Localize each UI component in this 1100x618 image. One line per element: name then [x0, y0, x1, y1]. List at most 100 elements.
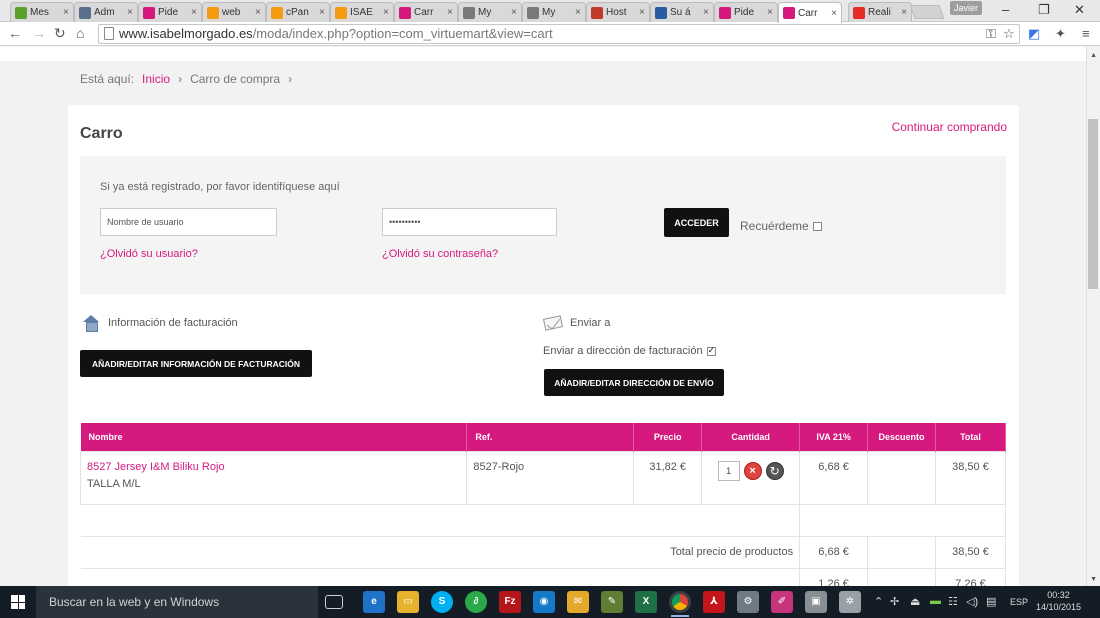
- password-input[interactable]: ••••••••••: [382, 208, 557, 236]
- remove-item-icon[interactable]: ×: [743, 461, 762, 480]
- task-view-icon[interactable]: [325, 595, 343, 609]
- forward-icon[interactable]: →: [32, 25, 46, 41]
- browser-tab[interactable]: cPan ×: [266, 2, 330, 22]
- spacer-row: [80, 503, 1006, 537]
- ship-to-billing-checkbox[interactable]: [706, 345, 716, 356]
- close-tab-icon[interactable]: ×: [639, 7, 645, 18]
- forgot-username-link[interactable]: ¿Olvidó su usuario?: [100, 248, 198, 260]
- close-tab-icon[interactable]: ×: [319, 7, 325, 18]
- tab-label: web: [222, 7, 241, 18]
- scrollbar-thumb[interactable]: [1088, 119, 1098, 289]
- taskbar-search[interactable]: Buscar en la web y en Windows: [36, 586, 318, 618]
- browser-tab[interactable]: Reali ×: [848, 2, 912, 22]
- tab-label: My: [478, 7, 492, 18]
- browser-tab[interactable]: Host ×: [586, 2, 650, 22]
- browser-tab[interactable]: Carr ×: [778, 2, 842, 23]
- bookmark-star-icon[interactable]: ☆: [1003, 26, 1015, 42]
- tray-chevron-icon[interactable]: ⌃: [874, 595, 883, 608]
- tray-battery-icon[interactable]: ▬: [930, 595, 941, 607]
- skype-icon[interactable]: S: [431, 591, 453, 613]
- update-quantity-icon[interactable]: ↻: [765, 461, 784, 480]
- scroll-up-icon[interactable]: ▲: [1090, 52, 1097, 59]
- browser-tab[interactable]: My ×: [458, 2, 522, 22]
- tray-app-icon[interactable]: ✢: [890, 595, 899, 608]
- clock[interactable]: 00:32 14/10/2015: [1036, 589, 1081, 613]
- browser-tab[interactable]: web ×: [202, 2, 266, 22]
- menu-icon[interactable]: ≡: [1082, 26, 1090, 41]
- windows-taskbar: Buscar en la web y en Windows e ▭ S ∂ Fz…: [0, 586, 1100, 618]
- close-tab-icon[interactable]: ×: [383, 7, 389, 18]
- tray-network-icon[interactable]: ☷: [948, 595, 958, 608]
- browser-tab[interactable]: My ×: [522, 2, 586, 22]
- volume-icon[interactable]: ◁): [966, 595, 978, 608]
- close-tab-icon[interactable]: ×: [831, 8, 837, 19]
- folder-icon[interactable]: ✉: [567, 591, 589, 613]
- favicon-icon: [591, 6, 603, 19]
- back-icon[interactable]: ←: [8, 25, 22, 41]
- tab-label: Host: [606, 7, 627, 18]
- edge-icon[interactable]: e: [363, 591, 385, 613]
- minimize-icon[interactable]: –: [1002, 2, 1009, 17]
- new-tab-button[interactable]: [909, 5, 945, 19]
- edit-shipping-button[interactable]: AÑADIR/EDITAR DIRECCIÓN DE ENVÍO: [544, 369, 724, 396]
- tray-usb-icon[interactable]: ⏏: [910, 595, 920, 608]
- close-tab-icon[interactable]: ×: [703, 7, 709, 18]
- close-tab-icon[interactable]: ×: [767, 7, 773, 18]
- browser-tab[interactable]: Pide ×: [138, 2, 202, 22]
- address-bar[interactable]: www.isabelmorgado.es/moda/index.php?opti…: [98, 24, 1020, 44]
- close-tab-icon[interactable]: ×: [191, 7, 197, 18]
- paint-icon[interactable]: ✐: [771, 591, 793, 613]
- settings-icon[interactable]: ✲: [839, 591, 861, 613]
- close-tab-icon[interactable]: ×: [901, 7, 907, 18]
- browser-tab[interactable]: Su á ×: [650, 2, 714, 22]
- filezilla-icon[interactable]: Fz: [499, 591, 521, 613]
- language-indicator[interactable]: ESP: [1010, 597, 1028, 607]
- continue-shopping-link[interactable]: Continuar comprando: [892, 120, 1007, 134]
- editor-icon[interactable]: ✎: [601, 591, 623, 613]
- browser-tab[interactable]: ISAE ×: [330, 2, 394, 22]
- close-tab-icon[interactable]: ×: [447, 7, 453, 18]
- quantity-input[interactable]: 1: [717, 460, 740, 481]
- close-tab-icon[interactable]: ×: [127, 7, 133, 18]
- scroll-down-icon[interactable]: ▼: [1090, 576, 1097, 583]
- page-title: Carro: [80, 125, 123, 142]
- browser-tab[interactable]: Mes ×: [10, 2, 74, 22]
- app-window-icon[interactable]: ▣: [805, 591, 827, 613]
- home-icon[interactable]: ⌂: [76, 25, 84, 41]
- login-button[interactable]: ACCEDER: [664, 208, 729, 237]
- extension-icon[interactable]: ✦: [1055, 26, 1066, 42]
- key-icon[interactable]: ⚿: [986, 26, 996, 42]
- close-tab-icon[interactable]: ×: [575, 7, 581, 18]
- start-button[interactable]: [0, 586, 36, 618]
- forgot-password-link[interactable]: ¿Olvidó su contraseña?: [382, 248, 498, 260]
- notepad-plus-icon[interactable]: ∂: [465, 591, 487, 613]
- remember-me-checkbox[interactable]: [812, 221, 822, 231]
- close-tab-icon[interactable]: ×: [255, 7, 261, 18]
- browser-tab[interactable]: Carr ×: [394, 2, 458, 22]
- subtotal-label: Total precio de productos: [80, 535, 800, 569]
- chrome-icon[interactable]: [669, 591, 691, 617]
- maximize-icon[interactable]: ❐: [1038, 2, 1050, 18]
- tools-icon[interactable]: ⚙: [737, 591, 759, 613]
- profile-badge[interactable]: Javier: [950, 1, 982, 15]
- close-tab-icon[interactable]: ×: [63, 7, 69, 18]
- vertical-scrollbar[interactable]: ▲ ▼: [1086, 47, 1100, 586]
- edit-billing-button[interactable]: AÑADIR/EDITAR INFORMACIÓN DE FACTURACIÓN: [80, 350, 312, 377]
- table-row: 8527 Jersey I&M Biliku Rojo TALLA M/L 85…: [79, 450, 1006, 505]
- ship-to-billing: Enviar a dirección de facturación: [543, 345, 716, 357]
- browser-tab[interactable]: Pide ×: [714, 2, 778, 22]
- browser-tab[interactable]: Adm ×: [74, 2, 138, 22]
- acrobat-icon[interactable]: ⅄: [703, 591, 725, 613]
- reload-icon[interactable]: ↻: [54, 25, 66, 42]
- username-input[interactable]: Nombre de usuario: [100, 208, 277, 236]
- notifications-icon[interactable]: ▤: [986, 595, 996, 608]
- cart-header-row: Nombre Ref. Precio Cantidad IVA 21% Desc…: [80, 423, 1006, 451]
- translate-icon[interactable]: ◩: [1028, 26, 1040, 42]
- app-icon[interactable]: ◉: [533, 591, 555, 613]
- product-link[interactable]: 8527 Jersey I&M Biliku Rojo: [87, 461, 460, 473]
- breadcrumb-home-link[interactable]: Inicio: [142, 72, 170, 86]
- close-tab-icon[interactable]: ×: [511, 7, 517, 18]
- excel-icon[interactable]: X: [635, 591, 657, 613]
- file-explorer-icon[interactable]: ▭: [397, 591, 419, 613]
- close-window-icon[interactable]: ✕: [1074, 2, 1085, 18]
